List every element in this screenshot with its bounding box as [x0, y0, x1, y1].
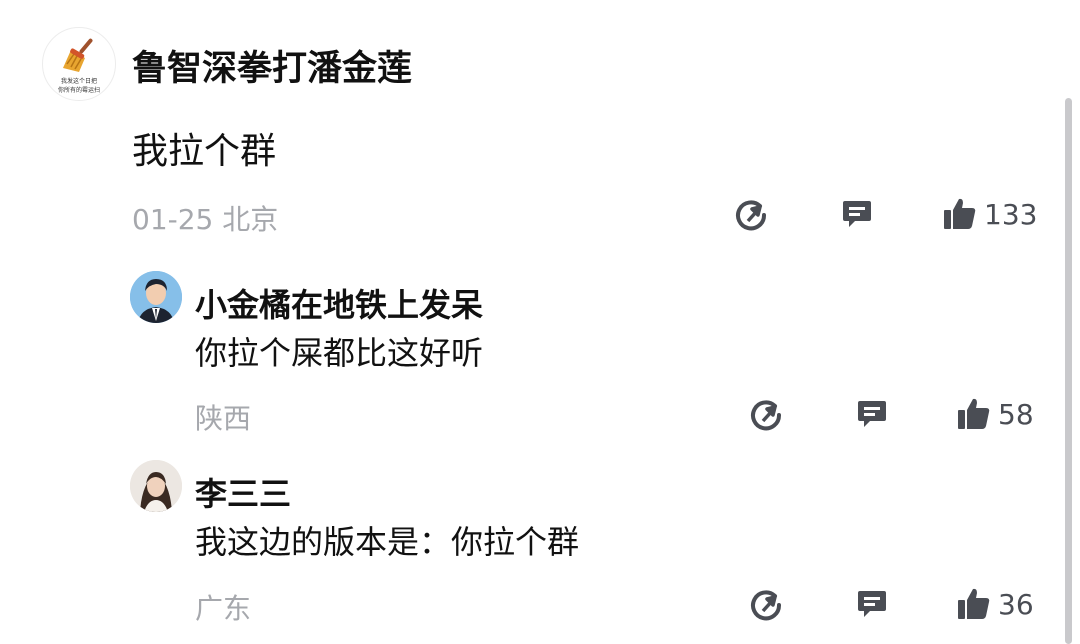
comment-icon[interactable]: [855, 397, 889, 431]
comment-icon[interactable]: [840, 197, 874, 231]
man-avatar-icon: [130, 271, 182, 323]
post-author-name[interactable]: 鲁智深拳打潘金莲: [132, 40, 412, 91]
comment-icon[interactable]: [855, 587, 889, 621]
reply-like-count: 58: [998, 398, 1034, 431]
reply-location: 陕西: [195, 402, 252, 435]
reply-author-avatar[interactable]: [130, 460, 182, 512]
share-icon[interactable]: [749, 397, 785, 433]
scrollbar[interactable]: [1065, 98, 1072, 644]
reply-content: 你拉个屎都比这好听: [195, 334, 484, 372]
thumbs-up-icon[interactable]: [956, 586, 992, 622]
post-content: 我拉个群: [132, 131, 277, 172]
reply-author-name[interactable]: 李三三: [195, 469, 291, 515]
reply-author-name[interactable]: 小金橘在地铁上发呆: [195, 280, 483, 326]
thumbs-up-icon[interactable]: [942, 196, 978, 232]
post-author-avatar[interactable]: 我发这个日把 你所有的霉运扫: [42, 27, 116, 101]
share-icon[interactable]: [734, 197, 770, 233]
avatar-caption-line-1: 我发这个日把: [60, 78, 97, 85]
reply-content: 我这边的版本是：你拉个群: [195, 523, 580, 561]
thumbs-up-icon[interactable]: [956, 396, 992, 432]
avatar-caption-line-2: 你所有的霉运扫: [57, 87, 100, 94]
post-meta: 01-25 北京: [132, 203, 279, 236]
share-icon[interactable]: [749, 587, 785, 623]
post-like-count: 133: [984, 198, 1038, 231]
reply-location: 广东: [195, 592, 252, 625]
woman-avatar-icon: [130, 460, 182, 512]
reply-like-count: 36: [998, 588, 1034, 621]
reply-author-avatar[interactable]: [130, 271, 182, 323]
broom-icon: [63, 38, 93, 72]
